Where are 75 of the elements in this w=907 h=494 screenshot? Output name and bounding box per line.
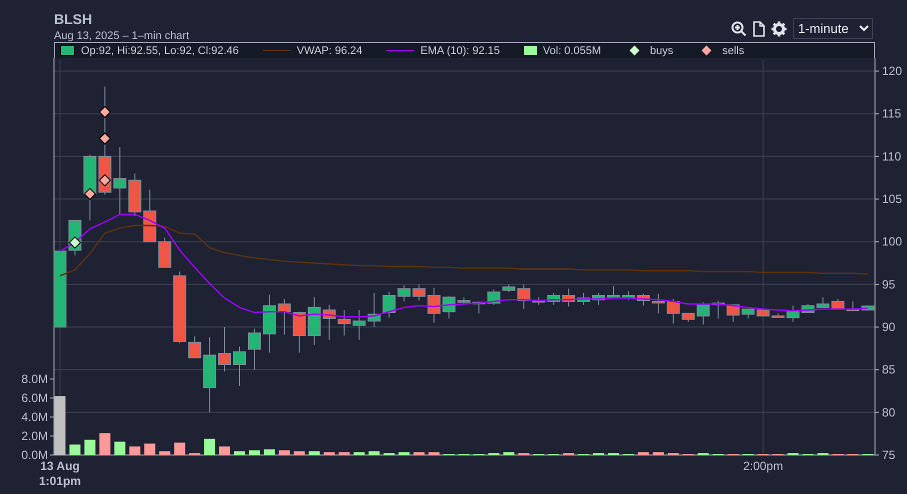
axis-label: 75 [882, 448, 896, 462]
axis-label: 85 [882, 362, 896, 377]
candlestick [772, 312, 785, 318]
candlestick [861, 304, 874, 310]
axis-label: 6.0M [21, 391, 48, 405]
axis-label: 120 [882, 64, 902, 78]
candlestick [278, 298, 291, 336]
candlestick [457, 296, 470, 304]
axis-label: 4.0M [21, 410, 48, 424]
candlestick [756, 309, 770, 316]
candlestick [712, 300, 725, 319]
candlestick [846, 300, 860, 312]
candlestick [636, 293, 650, 306]
axis-label: 8.0M [21, 372, 48, 386]
candlestick [352, 309, 366, 340]
document-icon[interactable] [751, 20, 767, 36]
candlestick [322, 304, 336, 340]
candlestick [158, 236, 172, 268]
axis-label: 100 [882, 234, 902, 249]
axis-label: 95 [882, 277, 896, 292]
legend-label: sells [722, 44, 744, 56]
legend-label: VWAP: 96.24 [296, 44, 362, 56]
candlestick [607, 286, 620, 299]
candlestick [696, 302, 710, 325]
candlestick [682, 312, 695, 322]
candlestick [113, 146, 126, 215]
axis-label: 110 [882, 149, 902, 164]
axis-label: 105 [882, 192, 902, 206]
settings-icon[interactable] [771, 20, 787, 36]
candlestick [666, 298, 680, 324]
candlestick [143, 189, 156, 242]
candlestick [742, 308, 755, 319]
candlestick [487, 289, 500, 306]
candlestick [233, 346, 246, 386]
candlestick [592, 292, 606, 306]
legend-label: EMA (10): 92.15 [420, 44, 500, 56]
candlestick [816, 296, 830, 308]
candlestick [442, 296, 456, 319]
candlestick [652, 293, 665, 314]
candlestick [577, 292, 590, 306]
candlestick [188, 336, 202, 358]
interval-select[interactable]: 1-minute [793, 18, 873, 39]
candlestick [517, 284, 530, 310]
axis-label: 80 [882, 405, 896, 420]
candlestick [562, 288, 576, 308]
candlestick [831, 298, 844, 310]
candlestick [547, 292, 560, 306]
axis-label: 13 Aug 1:01pm [38, 459, 82, 489]
candlestick [368, 292, 381, 328]
candlestick [532, 296, 546, 306]
axis-label: 90 [882, 320, 896, 334]
candlestick [338, 309, 351, 336]
candlestick [726, 304, 740, 322]
axis-label: 0.0M [21, 448, 48, 462]
axis-label: 2:00pm [742, 459, 784, 474]
candlestick [218, 326, 232, 372]
candlestick [382, 292, 396, 318]
candlestick [248, 328, 261, 370]
legend-label: Vol: 0.055M [542, 44, 601, 56]
axis-label: 2.0M [21, 429, 48, 443]
chart-title: BLSH [54, 11, 94, 27]
candlestick [398, 284, 411, 302]
candle-swatch [60, 45, 75, 56]
candlestick [622, 290, 635, 300]
candlestick [262, 294, 276, 354]
candlestick [128, 172, 142, 217]
candlestick [308, 296, 321, 346]
legend-label: buys [650, 44, 674, 56]
chart-subtitle: Aug 13, 2025 – 1–min chart [54, 30, 190, 43]
candlestick [502, 284, 516, 293]
candlestick [292, 311, 306, 354]
legend-label: Op:92, Hi:92.55, Lo:92, Cl:92.46 [81, 44, 239, 56]
axis-label: 115 [882, 106, 902, 121]
zoom-in-icon[interactable] [731, 20, 747, 36]
candlestick [472, 300, 486, 314]
